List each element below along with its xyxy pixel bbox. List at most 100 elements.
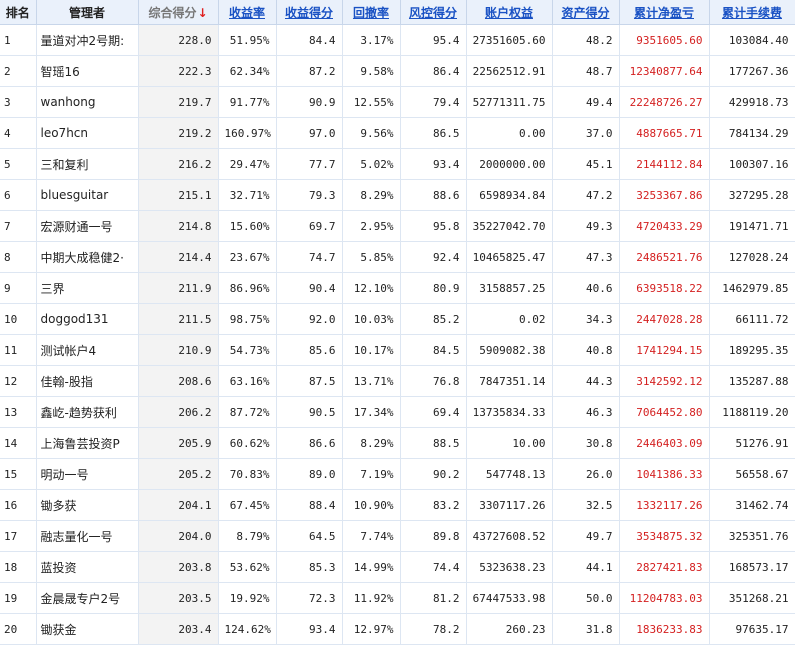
cell-asset-score: 44.1 [552,551,620,583]
cell-net-profit: 3142592.12 [619,365,710,397]
cell-composite-score: 206.2 [138,396,219,428]
cell-return-rate: 29.47% [218,148,277,180]
col-header-rank-label: 排名 [5,5,30,20]
col-header-asset-score-label[interactable]: 资产得分 [561,6,609,20]
manager-link[interactable]: 锄获金 [41,623,77,637]
cell-composite-score: 211.9 [138,272,219,304]
manager-link[interactable]: 智瑶16 [41,65,80,79]
col-header-net-profit-label[interactable]: 累计净盈亏 [634,6,694,20]
cell-manager[interactable]: 量道对冲2号期: [36,24,139,56]
cell-fees: 325351.76 [709,520,795,552]
table-row: 12 佳翰-股指 208.6 63.16% 87.5 13.71% 76.8 7847351.… [0,365,795,397]
cell-manager[interactable]: 三界 [36,272,139,304]
col-header-equity[interactable]: 账户权益 [466,0,553,25]
cell-manager[interactable]: 测试帐户4 [36,334,139,366]
manager-link[interactable]: 上海鲁芸投资P [41,437,120,451]
manager-link[interactable]: 金晨晟专户2号 [41,592,121,606]
cell-net-profit: 2446403.09 [619,427,710,459]
cell-manager[interactable]: 上海鲁芸投资P [36,427,139,459]
cell-manager[interactable]: 明动一号 [36,458,139,490]
col-header-asset-score[interactable]: 资产得分 [552,0,620,25]
manager-link[interactable]: doggod131 [41,312,109,326]
cell-rank: 3 [0,86,37,118]
cell-net-profit: 4720433.29 [619,210,710,242]
col-header-net-profit[interactable]: 累计净盈亏 [619,0,710,25]
cell-drawdown: 10.90% [342,489,401,521]
manager-link[interactable]: leo7hcn [41,126,89,140]
cell-return-score: 92.0 [276,303,343,335]
manager-link[interactable]: 锄多获 [41,499,77,513]
cell-manager[interactable]: 融志量化一号 [36,520,139,552]
col-header-composite-score[interactable]: 综合得分↓ [138,0,219,25]
manager-link[interactable]: 鑫屹-趋势获利 [41,406,117,420]
cell-equity: 7847351.14 [466,365,553,397]
cell-return-rate: 19.92% [218,582,277,614]
cell-fees: 429918.73 [709,86,795,118]
col-header-manager: 管理者 [36,0,139,25]
col-header-risk-score[interactable]: 风控得分 [400,0,467,25]
cell-composite-score: 204.0 [138,520,219,552]
cell-manager[interactable]: bluesguitar [36,179,139,211]
col-header-fees[interactable]: 累计手续费 [709,0,795,25]
cell-equity: 27351605.60 [466,24,553,56]
cell-equity: 5323638.23 [466,551,553,583]
cell-asset-score: 49.4 [552,86,620,118]
manager-link[interactable]: bluesguitar [41,188,109,202]
manager-link[interactable]: 明动一号 [41,468,89,482]
col-header-drawdown[interactable]: 回撤率 [342,0,401,25]
col-header-drawdown-label[interactable]: 回撤率 [353,6,389,20]
cell-return-rate: 67.45% [218,489,277,521]
col-header-rank: 排名 [0,0,37,25]
manager-link[interactable]: 宏源财通一号 [41,220,113,234]
cell-return-rate: 87.72% [218,396,277,428]
manager-link[interactable]: 蓝投资 [41,561,77,575]
cell-manager[interactable]: wanhong [36,86,139,118]
col-header-return-score-label[interactable]: 收益得分 [285,6,333,20]
cell-fees: 168573.17 [709,551,795,583]
cell-equity: 6598934.84 [466,179,553,211]
cell-net-profit: 1741294.15 [619,334,710,366]
cell-risk-score: 84.5 [400,334,467,366]
cell-manager[interactable]: 鑫屹-趋势获利 [36,396,139,428]
cell-manager[interactable]: 智瑶16 [36,55,139,87]
manager-link[interactable]: 中期大成稳健2· [41,251,124,265]
cell-net-profit: 2827421.83 [619,551,710,583]
col-header-risk-score-label[interactable]: 风控得分 [409,6,457,20]
col-header-return-score[interactable]: 收益得分 [276,0,343,25]
manager-link[interactable]: 三和复利 [41,158,89,172]
cell-manager[interactable]: 金晨晟专户2号 [36,582,139,614]
cell-drawdown: 12.10% [342,272,401,304]
manager-link[interactable]: 融志量化一号 [41,530,113,544]
manager-link[interactable]: 量道对冲2号期: [41,34,125,48]
table-row: 9 三界 211.9 86.96% 90.4 12.10% 80.9 3158857.25 40… [0,272,795,304]
manager-link[interactable]: 三界 [41,282,65,296]
cell-drawdown: 2.95% [342,210,401,242]
col-header-composite-score-label[interactable]: 综合得分 [148,6,196,20]
col-header-manager-label: 管理者 [68,5,105,20]
cell-rank: 10 [0,303,37,335]
col-header-fees-label[interactable]: 累计手续费 [722,6,782,20]
table-row: 16 锄多获 204.1 67.45% 88.4 10.90% 83.2 3307117.26… [0,489,795,521]
cell-return-score: 90.5 [276,396,343,428]
col-header-equity-label[interactable]: 账户权益 [485,6,533,20]
col-header-return-rate-label[interactable]: 收益率 [229,6,265,20]
cell-manager[interactable]: 佳翰-股指 [36,365,139,397]
manager-link[interactable]: 佳翰-股指 [41,375,93,389]
cell-return-rate: 86.96% [218,272,277,304]
cell-manager[interactable]: 宏源财通一号 [36,210,139,242]
manager-link[interactable]: wanhong [41,95,96,109]
cell-fees: 327295.28 [709,179,795,211]
cell-manager[interactable]: leo7hcn [36,117,139,149]
cell-manager[interactable]: 中期大成稳健2· [36,241,139,273]
cell-manager[interactable]: 三和复利 [36,148,139,180]
cell-manager[interactable]: 蓝投资 [36,551,139,583]
cell-rank: 4 [0,117,37,149]
cell-manager[interactable]: 锄多获 [36,489,139,521]
col-header-return-rate[interactable]: 收益率 [218,0,277,25]
manager-link[interactable]: 测试帐户4 [41,344,97,358]
cell-return-rate: 51.95% [218,24,277,56]
cell-equity: 2000000.00 [466,148,553,180]
cell-manager[interactable]: doggod131 [36,303,139,335]
cell-rank: 5 [0,148,37,180]
cell-asset-score: 30.8 [552,427,620,459]
